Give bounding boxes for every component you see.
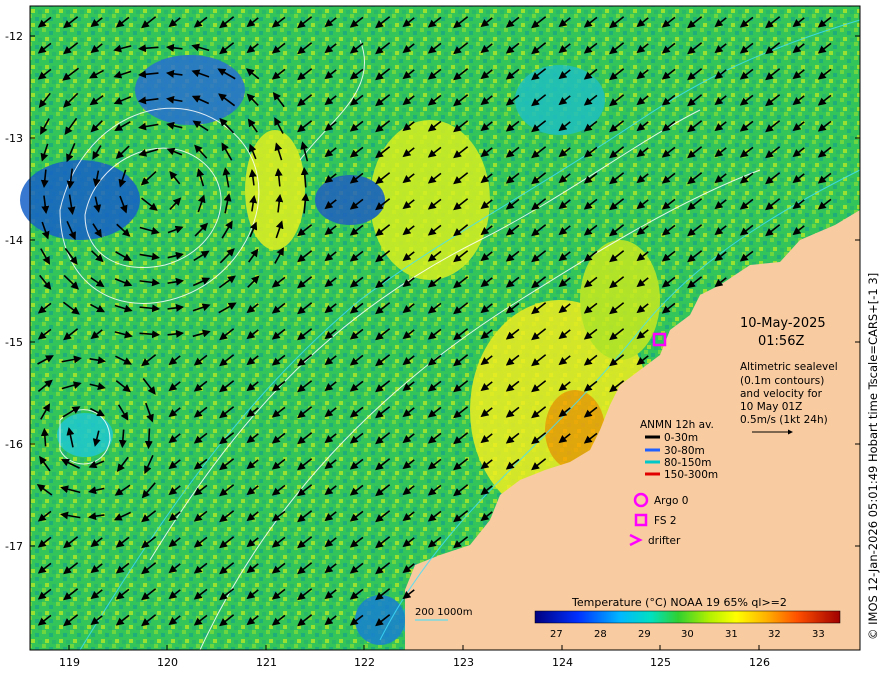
x-tick-label: 125 xyxy=(650,656,671,669)
x-tick-label: 126 xyxy=(749,656,770,669)
y-tick-label: -17 xyxy=(5,540,23,553)
description-line: Altimetric sealevel xyxy=(740,361,838,373)
colorbar-tick: 31 xyxy=(725,629,738,640)
y-tick-label: -16 xyxy=(5,438,23,451)
fs-label: FS 2 xyxy=(654,515,677,527)
colorbar-title: Temperature (°C) NOAA 19 65% ql>=2 xyxy=(571,596,787,609)
description-line: 0.5m/s (1kt 24h) xyxy=(740,414,828,426)
x-tick-label: 123 xyxy=(453,656,474,669)
velocity-arrow xyxy=(144,428,153,450)
anmn-depth-label: 150-300m xyxy=(664,469,718,481)
map-time: 01:56Z xyxy=(758,334,804,349)
colorbar-tick: 27 xyxy=(550,629,563,640)
x-tick-label: 124 xyxy=(552,656,573,669)
argo-label: Argo 0 xyxy=(654,495,688,507)
contour-legend: 200 1000m xyxy=(415,607,472,618)
ocean-map: -12 -13 -14 -15 -16 -17 119 120 121 122 … xyxy=(5,5,880,669)
drifter-label: drifter xyxy=(648,535,681,547)
y-tick-label: -15 xyxy=(5,336,23,349)
y-tick-label: -14 xyxy=(5,234,23,247)
colorbar-tick: 33 xyxy=(812,629,825,640)
map-date: 10-May-2025 xyxy=(740,316,826,331)
y-tick-label: -13 xyxy=(5,132,23,145)
colorbar xyxy=(534,610,841,624)
anmn-depth-label: 0-30m xyxy=(664,432,698,444)
description-line: and velocity for xyxy=(740,388,823,400)
anmn-depth-label: 30-80m xyxy=(664,445,705,457)
colorbar-tick: 29 xyxy=(638,629,651,640)
x-tick-label: 120 xyxy=(157,656,178,669)
x-tick-label: 119 xyxy=(59,656,80,669)
description-line: 10 May 01Z xyxy=(740,401,802,413)
description-line: (0.1m contours) xyxy=(740,375,824,387)
x-tick-label: 121 xyxy=(256,656,277,669)
anmn-depth-label: 80-150m xyxy=(664,457,711,469)
colorbar-tick: 30 xyxy=(681,629,694,640)
side-credit: © IMOS 12-Jan-2026 05:01:49 Hobart time … xyxy=(866,273,880,640)
colorbar-tick: 32 xyxy=(768,629,781,640)
anmn-legend-title: ANMN 12h av. xyxy=(640,419,714,431)
y-tick-label: -12 xyxy=(5,30,23,43)
colorbar-tick: 28 xyxy=(594,629,607,640)
x-tick-label: 122 xyxy=(354,656,375,669)
